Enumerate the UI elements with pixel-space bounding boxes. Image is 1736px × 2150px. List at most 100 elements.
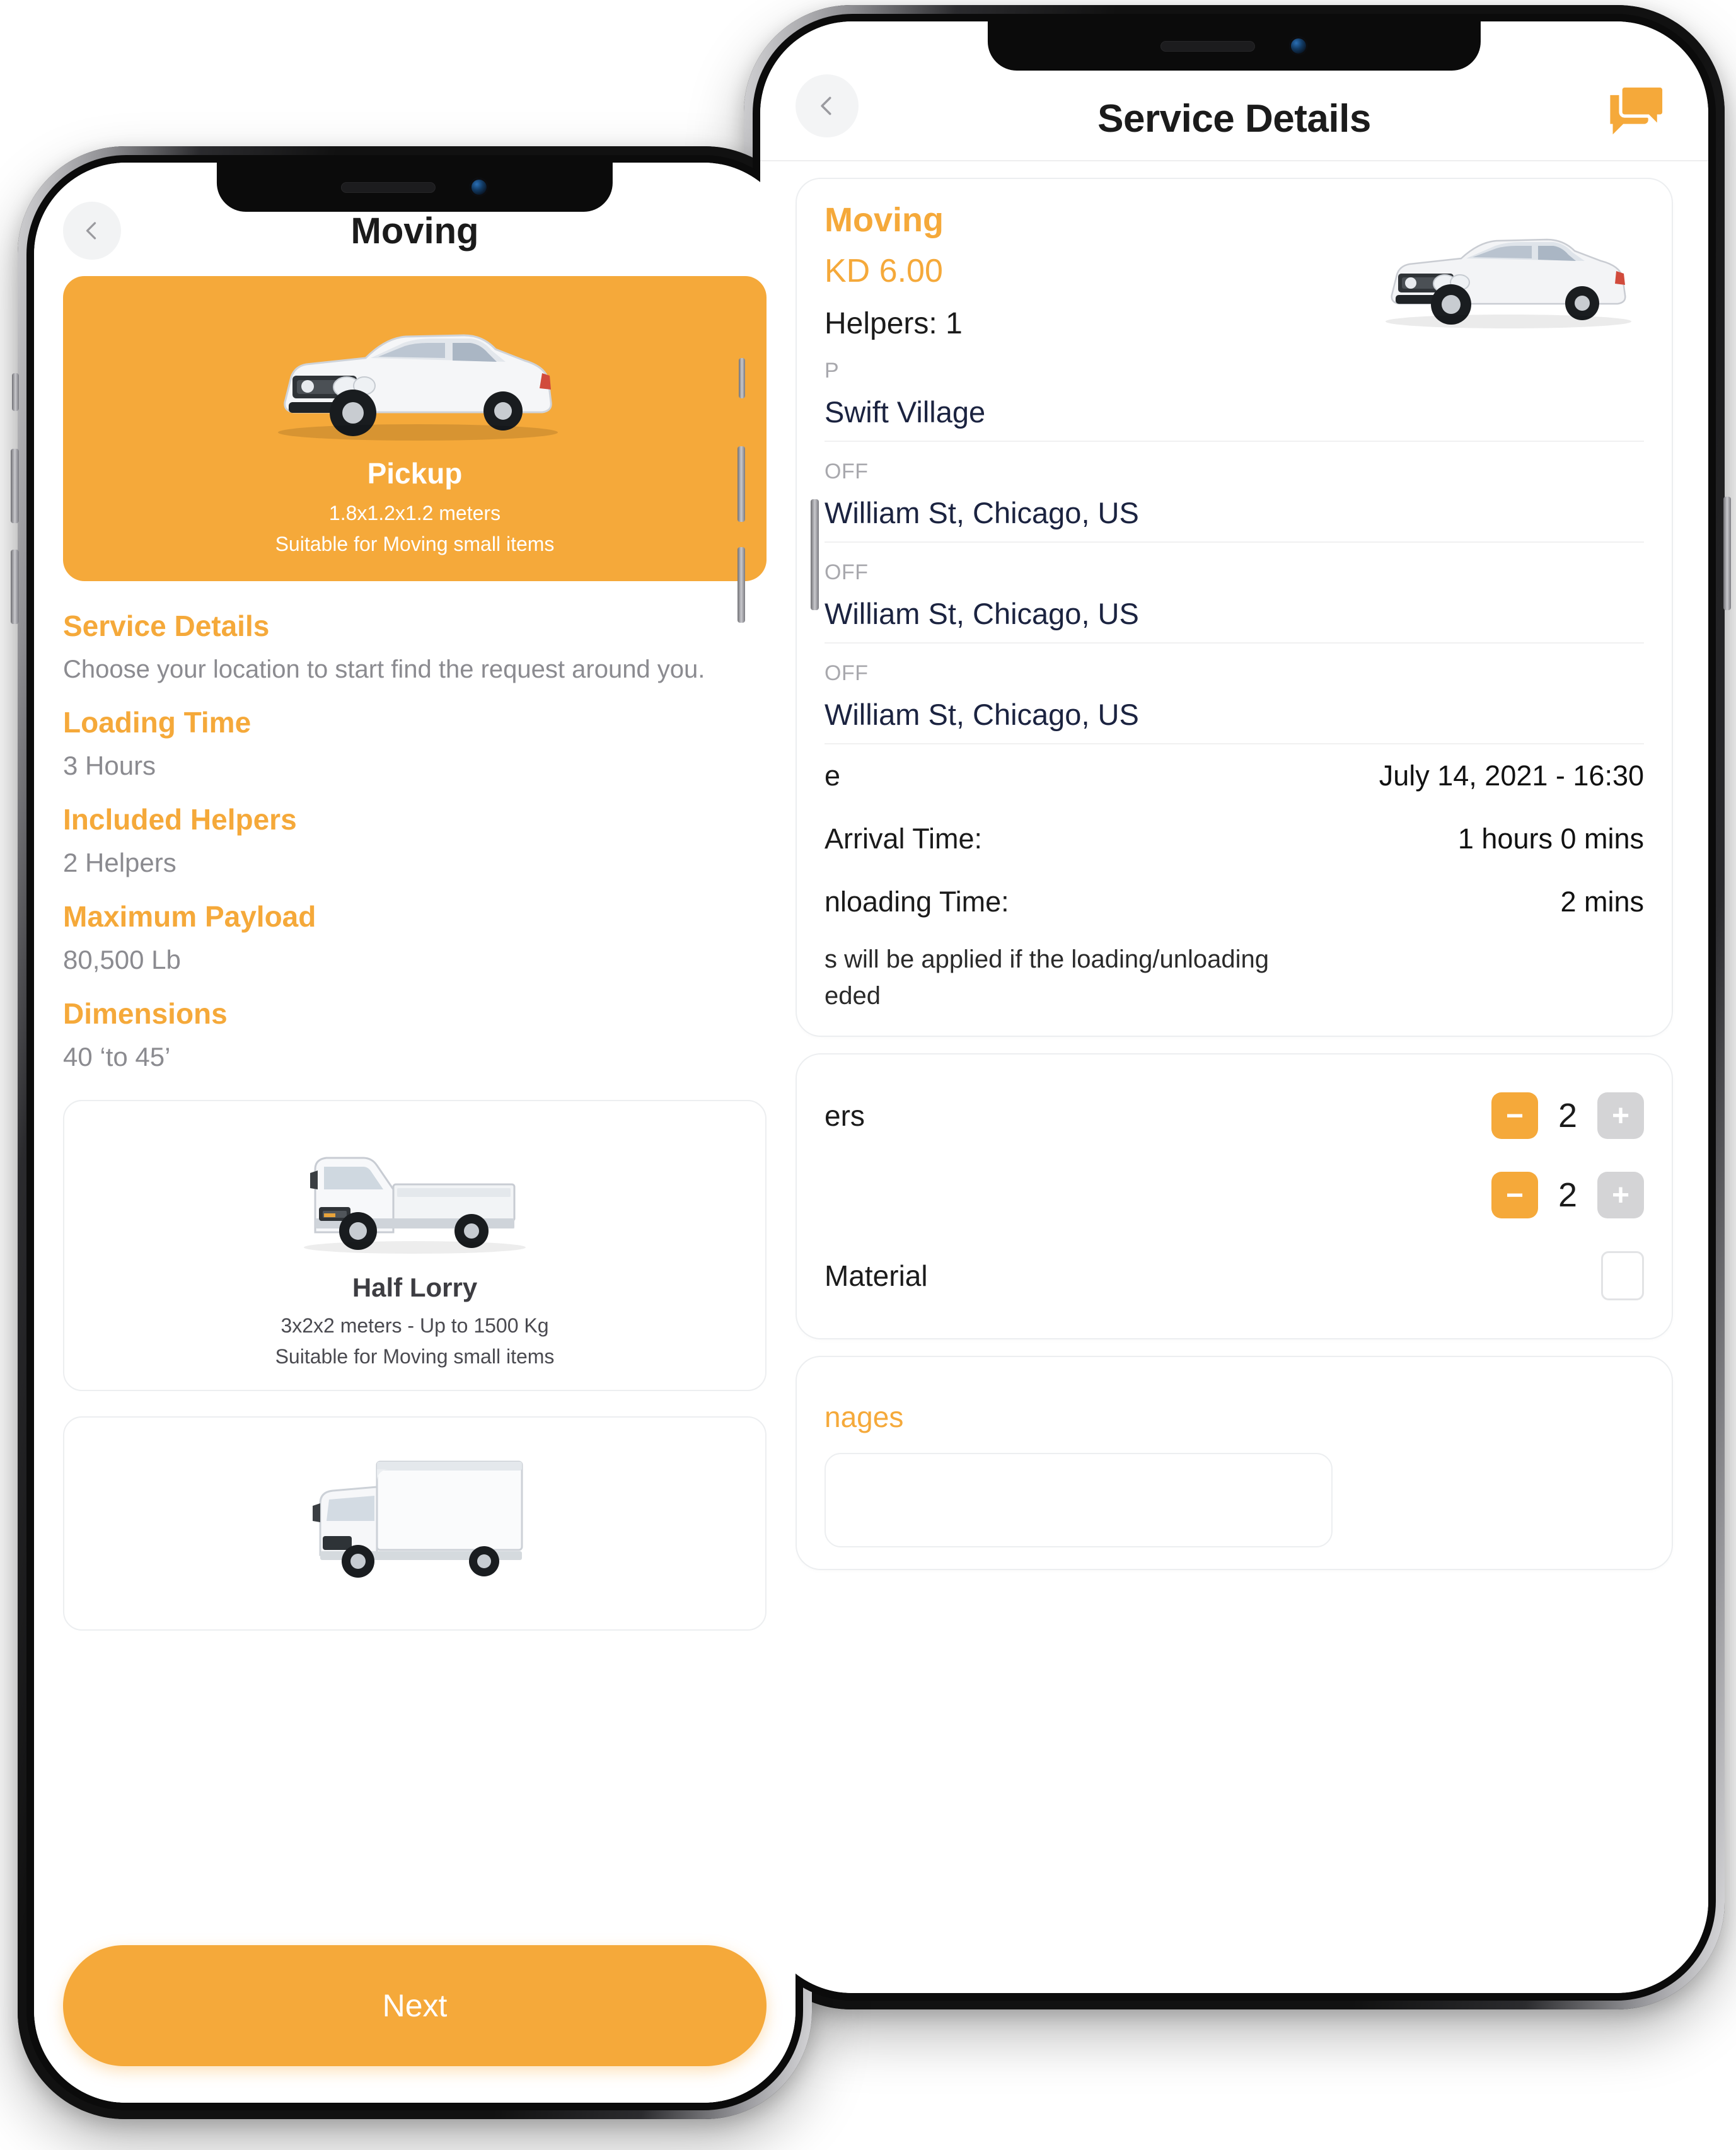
field-value: 3 Hours [63,751,156,780]
box-truck-image [313,1460,523,1578]
option-row-material: Material [825,1235,1644,1317]
secondary-stepper[interactable]: − 2 + [1491,1172,1644,1218]
pickup-truck-image [278,334,558,441]
image-thumbnail-placeholder[interactable] [825,1453,1333,1547]
service-name: Moving [825,201,944,239]
notch-front [216,163,613,212]
address-label: OFF [825,661,869,685]
service-details-screen: Service Details Moving KD 6.00 Helpers: … [760,21,1708,1993]
moving-content: Pickup 1.8x1.2x1.2 meters Suitable for M… [34,276,796,2103]
address-label: OFF [825,560,869,584]
vehicle-dimensions: 1.8x1.2x1.2 meters [328,502,501,524]
mute-switch-back[interactable] [739,358,745,398]
address-row[interactable]: OFF William St, Chicago, US [825,442,1644,543]
field-label: Loading Time [63,706,252,739]
detail-field-included-helpers: Included Helpers 2 Helpers [63,802,767,878]
page-title: Moving [350,210,479,251]
field-value: 80,500 Lb [63,945,181,974]
address-row[interactable]: OFF William St, Chicago, US [825,644,1644,744]
schedule-row: e July 14, 2021 - 16:30 [825,744,1644,807]
field-label: Dimensions [63,997,228,1030]
volume-down-front[interactable] [11,550,19,624]
field-value: 40 ‘to 45’ [63,1042,171,1072]
chevron-left-icon [86,222,96,240]
screenshot-stage: Service Details Moving KD 6.00 Helpers: … [0,0,1736,2150]
options-card: ers − 2 + − 2 + Material [796,1053,1673,1339]
chat-button[interactable] [1604,81,1669,146]
selected-vehicle-card[interactable]: Pickup 1.8x1.2x1.2 meters Suitable for M… [63,276,767,581]
vehicle-subtitle: Suitable for Moving small items [275,533,555,555]
phone-device-front: Moving Pickup 1.8x1.2x1.2 meters Suitabl… [11,146,819,2119]
earpiece-speaker-icon [341,182,436,193]
address-label: OFF [825,459,869,483]
next-button-container: Next [63,1945,767,2066]
earpiece-speaker-icon [1160,40,1255,52]
chevron-left-icon [821,96,831,115]
field-label: Included Helpers [63,803,297,836]
increment-icon[interactable]: + [1597,1092,1644,1139]
service-summary-card: Moving KD 6.00 Helpers: 1 P Swift Villag… [796,178,1673,1037]
notch-back [987,21,1481,71]
vehicle-subtitle: Suitable for Moving small items [275,1345,555,1368]
vehicle-name: Pickup [367,457,463,490]
phone-screen-front: Moving Pickup 1.8x1.2x1.2 meters Suitabl… [34,163,796,2103]
volume-down-back[interactable] [738,547,745,623]
detail-field-maximum-payload: Maximum Payload 80,500 Lb [63,899,767,975]
back-button[interactable] [63,202,121,260]
schedule-list: e July 14, 2021 - 16:30 Arrival Time: 1 … [825,744,1644,933]
vehicle-option-card-partial[interactable] [63,1416,767,1631]
schedule-key: Arrival Time: [825,823,983,855]
schedule-key: nloading Time: [825,886,1009,918]
option-label: ers [825,1099,865,1132]
address-value: William St, Chicago, US [825,496,1139,529]
flatbed-lorry-image [304,1157,526,1254]
address-row[interactable]: P Swift Village [825,341,1644,442]
vehicle-name: Half Lorry [352,1273,478,1302]
option-label: Material [825,1259,928,1292]
stepper-value: 2 [1558,1097,1578,1135]
address-label: P [825,359,840,383]
address-value: William St, Chicago, US [825,698,1139,731]
schedule-note: s will be applied if the loading/unloadi… [825,945,1269,1010]
increment-icon[interactable]: + [1597,1172,1644,1218]
schedule-key: e [825,760,841,792]
back-button[interactable] [796,74,859,137]
address-value: Swift Village [825,395,986,429]
option-row-secondary: − 2 + [825,1155,1644,1235]
vehicle-dimensions: 3x2x2 meters - Up to 1500 Kg [281,1314,549,1337]
schedule-row: Arrival Time: 1 hours 0 mins [825,807,1644,870]
address-value: William St, Chicago, US [825,597,1139,630]
option-row-helpers: ers − 2 + [825,1076,1644,1155]
next-button[interactable]: Next [63,1945,767,2066]
schedule-value: July 14, 2021 - 16:30 [1379,760,1644,792]
schedule-value: 2 mins [1560,886,1644,918]
field-label: Maximum Payload [63,900,316,933]
phone-device-back: Service Details Moving KD 6.00 Helpers: … [738,5,1731,2009]
vehicle-option-card[interactable]: Half Lorry 3x2x2 meters - Up to 1500 Kg … [63,1100,767,1391]
images-link[interactable]: nages [825,1387,1644,1447]
material-checkbox[interactable] [1601,1251,1644,1300]
pickup-truck-image [1386,238,1631,328]
address-row[interactable]: OFF William St, Chicago, US [825,543,1644,644]
field-value: 2 Helpers [63,848,176,877]
decrement-icon[interactable]: − [1491,1092,1538,1139]
volume-up-back[interactable] [738,446,745,522]
stepper-value: 2 [1558,1176,1578,1214]
front-camera-icon [470,178,489,197]
power-button-back[interactable] [1723,497,1731,610]
volume-up-front[interactable] [11,449,19,523]
power-button-front[interactable] [811,499,819,610]
moving-screen: Moving Pickup 1.8x1.2x1.2 meters Suitabl… [34,163,796,2103]
service-helpers: Helpers: 1 [825,307,963,340]
page-title: Service Details [1097,97,1371,141]
header-divider [760,160,1708,161]
detail-field-loading-time: Loading Time 3 Hours [63,705,767,781]
section-description: Choose your location to start find the r… [63,656,705,683]
phone-screen-back: Service Details Moving KD 6.00 Helpers: … [760,21,1708,1993]
decrement-icon[interactable]: − [1491,1172,1538,1218]
mute-switch-front[interactable] [12,373,19,411]
chat-bubbles-icon [1610,84,1666,135]
address-list: P Swift Village OFF William St, Chicago,… [825,341,1644,744]
helpers-stepper[interactable]: − 2 + [1491,1092,1644,1139]
front-camera-icon [1288,37,1308,55]
